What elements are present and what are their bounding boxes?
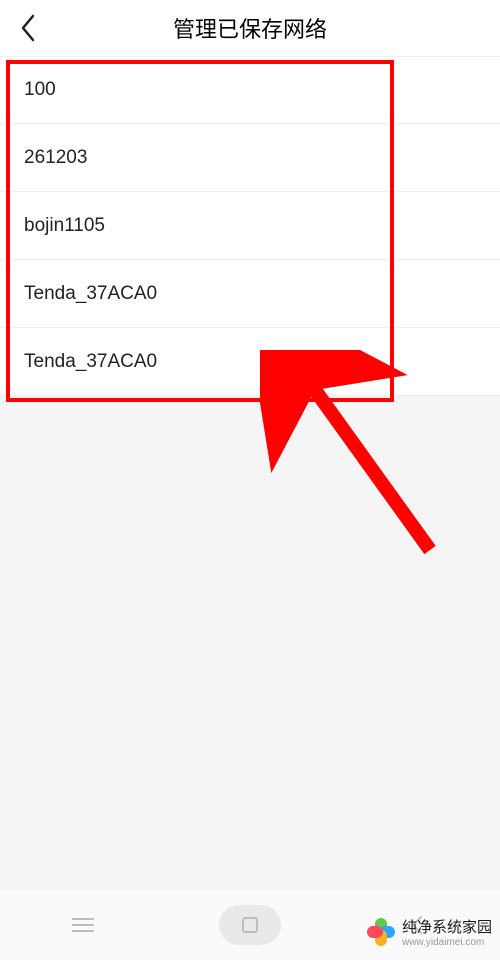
menu-icon [72, 917, 94, 933]
network-item[interactable]: Tenda_37ACA0 [0, 328, 500, 396]
header: 管理已保存网络 [0, 0, 500, 56]
square-icon [242, 917, 258, 933]
network-name: 261203 [24, 147, 87, 169]
network-item[interactable]: Tenda_37ACA0 [0, 260, 500, 328]
home-button[interactable] [167, 902, 332, 948]
network-item[interactable]: 261203 [0, 124, 500, 192]
back-icon [19, 14, 37, 42]
network-item[interactable]: 100 [0, 56, 500, 124]
recent-apps-button[interactable] [1, 902, 166, 948]
watermark-url: www.yidaimei.com [402, 937, 492, 948]
network-name: bojin1105 [24, 215, 105, 237]
saved-networks-list: 100 261203 bojin1105 Tenda_37ACA0 Tenda_… [0, 56, 500, 396]
network-name: Tenda_37ACA0 [24, 283, 157, 305]
watermark-brand: 纯净系统家园 [402, 919, 492, 936]
network-name: 100 [24, 79, 56, 101]
watermark: 纯净系统家园 www.yidaimei.com [366, 916, 492, 948]
network-name: Tenda_37ACA0 [24, 351, 157, 373]
watermark-logo-icon [366, 917, 396, 947]
page-title: 管理已保存网络 [0, 12, 500, 44]
back-button[interactable] [0, 0, 56, 56]
network-item[interactable]: bojin1105 [0, 192, 500, 260]
